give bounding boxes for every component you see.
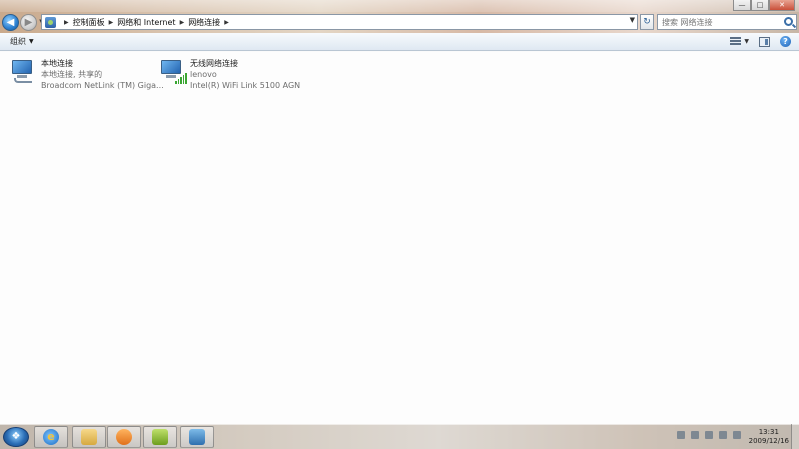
connection-status: 本地连接, 共享的 — [41, 70, 103, 79]
show-desktop-button[interactable] — [791, 424, 799, 449]
refresh-button[interactable]: ↻ — [640, 14, 654, 30]
forward-button[interactable]: ▶ — [20, 13, 37, 31]
change-view-icon[interactable] — [730, 37, 742, 46]
help-icon[interactable]: ? — [780, 36, 791, 47]
chevron-down-icon: ▼ — [29, 38, 34, 45]
address-bar[interactable]: ▶ 控制面板 ▶ 网络和 Internet ▶ 网络连接 ▶ ▼ — [41, 14, 638, 30]
taskbar-internet-explorer[interactable]: e — [34, 426, 68, 448]
connection-status: lenovo — [190, 70, 217, 79]
search-box — [657, 14, 797, 30]
taskbar-download-manager[interactable] — [143, 426, 177, 448]
search-icon[interactable] — [784, 17, 793, 26]
maximize-button[interactable]: □ — [751, 0, 769, 11]
volume-icon[interactable] — [733, 431, 741, 439]
address-history-dropdown[interactable]: ▼ — [630, 16, 635, 24]
organize-label: 组织 — [10, 37, 26, 46]
system-tray — [677, 431, 741, 439]
back-button[interactable]: ◀ — [2, 13, 19, 31]
search-input[interactable] — [662, 17, 777, 27]
breadcrumb-separator[interactable]: ▶ — [64, 19, 69, 26]
window-controls: — □ ✕ — [733, 0, 795, 11]
clock-date: 2009/12/16 — [748, 437, 789, 445]
preview-pane-icon[interactable] — [759, 36, 770, 47]
ethernet-connection-icon — [10, 58, 38, 86]
internet-explorer-icon: e — [43, 429, 59, 445]
network-control-panel-icon — [189, 429, 205, 445]
view-options-chevron-icon[interactable]: ▼ — [744, 38, 749, 45]
breadcrumb-control-panel[interactable]: 控制面板 — [73, 17, 105, 28]
breadcrumb-network-connections[interactable]: 网络连接 — [188, 17, 220, 28]
organize-button[interactable]: 组织 ▼ — [10, 36, 34, 47]
minimize-button[interactable]: — — [733, 0, 751, 11]
connection-name: 无线网络连接 — [190, 59, 238, 68]
media-player-icon — [116, 429, 132, 445]
command-bar: 组织 ▼ ▼ ? — [0, 33, 799, 51]
navigation-buttons: ◀ ▶ ▼ — [2, 12, 46, 32]
network-icon[interactable] — [719, 431, 727, 439]
keyboard-icon[interactable] — [677, 431, 685, 439]
breadcrumb-network-internet[interactable]: 网络和 Internet — [117, 17, 175, 28]
action-center-icon[interactable] — [705, 431, 713, 439]
connection-device: Intel(R) WiFi Link 5100 AGN — [190, 81, 301, 90]
control-panel-icon — [45, 16, 56, 28]
list-item-wireless-connection[interactable]: 无线网络连接 lenovo Intel(R) WiFi Link 5100 AG… — [159, 58, 300, 91]
taskbar-network-connections[interactable] — [180, 426, 214, 448]
folder-icon — [81, 429, 97, 445]
connections-list: 本地连接 本地连接, 共享的 Broadcom NetLink (TM) Gig… — [0, 52, 799, 424]
breadcrumb-separator[interactable]: ▶ — [109, 19, 114, 26]
breadcrumb-separator[interactable]: ▶ — [224, 19, 229, 26]
start-button[interactable]: ❖ — [3, 427, 29, 447]
taskbar-media-player[interactable] — [107, 426, 141, 448]
background-window-titlebar — [0, 0, 799, 12]
close-button[interactable]: ✕ — [769, 0, 795, 11]
taskbar-explorer[interactable] — [72, 426, 106, 448]
show-hidden-icons-icon[interactable] — [691, 431, 699, 439]
clock[interactable]: 13:31 2009/12/16 — [749, 428, 789, 446]
connection-device: Broadcom NetLink (TM) Giga... — [41, 81, 164, 90]
breadcrumb-separator[interactable]: ▶ — [180, 19, 185, 26]
wireless-connection-icon — [159, 58, 187, 86]
list-item-local-connection[interactable]: 本地连接 本地连接, 共享的 Broadcom NetLink (TM) Gig… — [10, 58, 164, 91]
clock-time: 13:31 — [758, 428, 779, 436]
connection-name: 本地连接 — [41, 59, 73, 68]
download-icon — [152, 429, 168, 445]
